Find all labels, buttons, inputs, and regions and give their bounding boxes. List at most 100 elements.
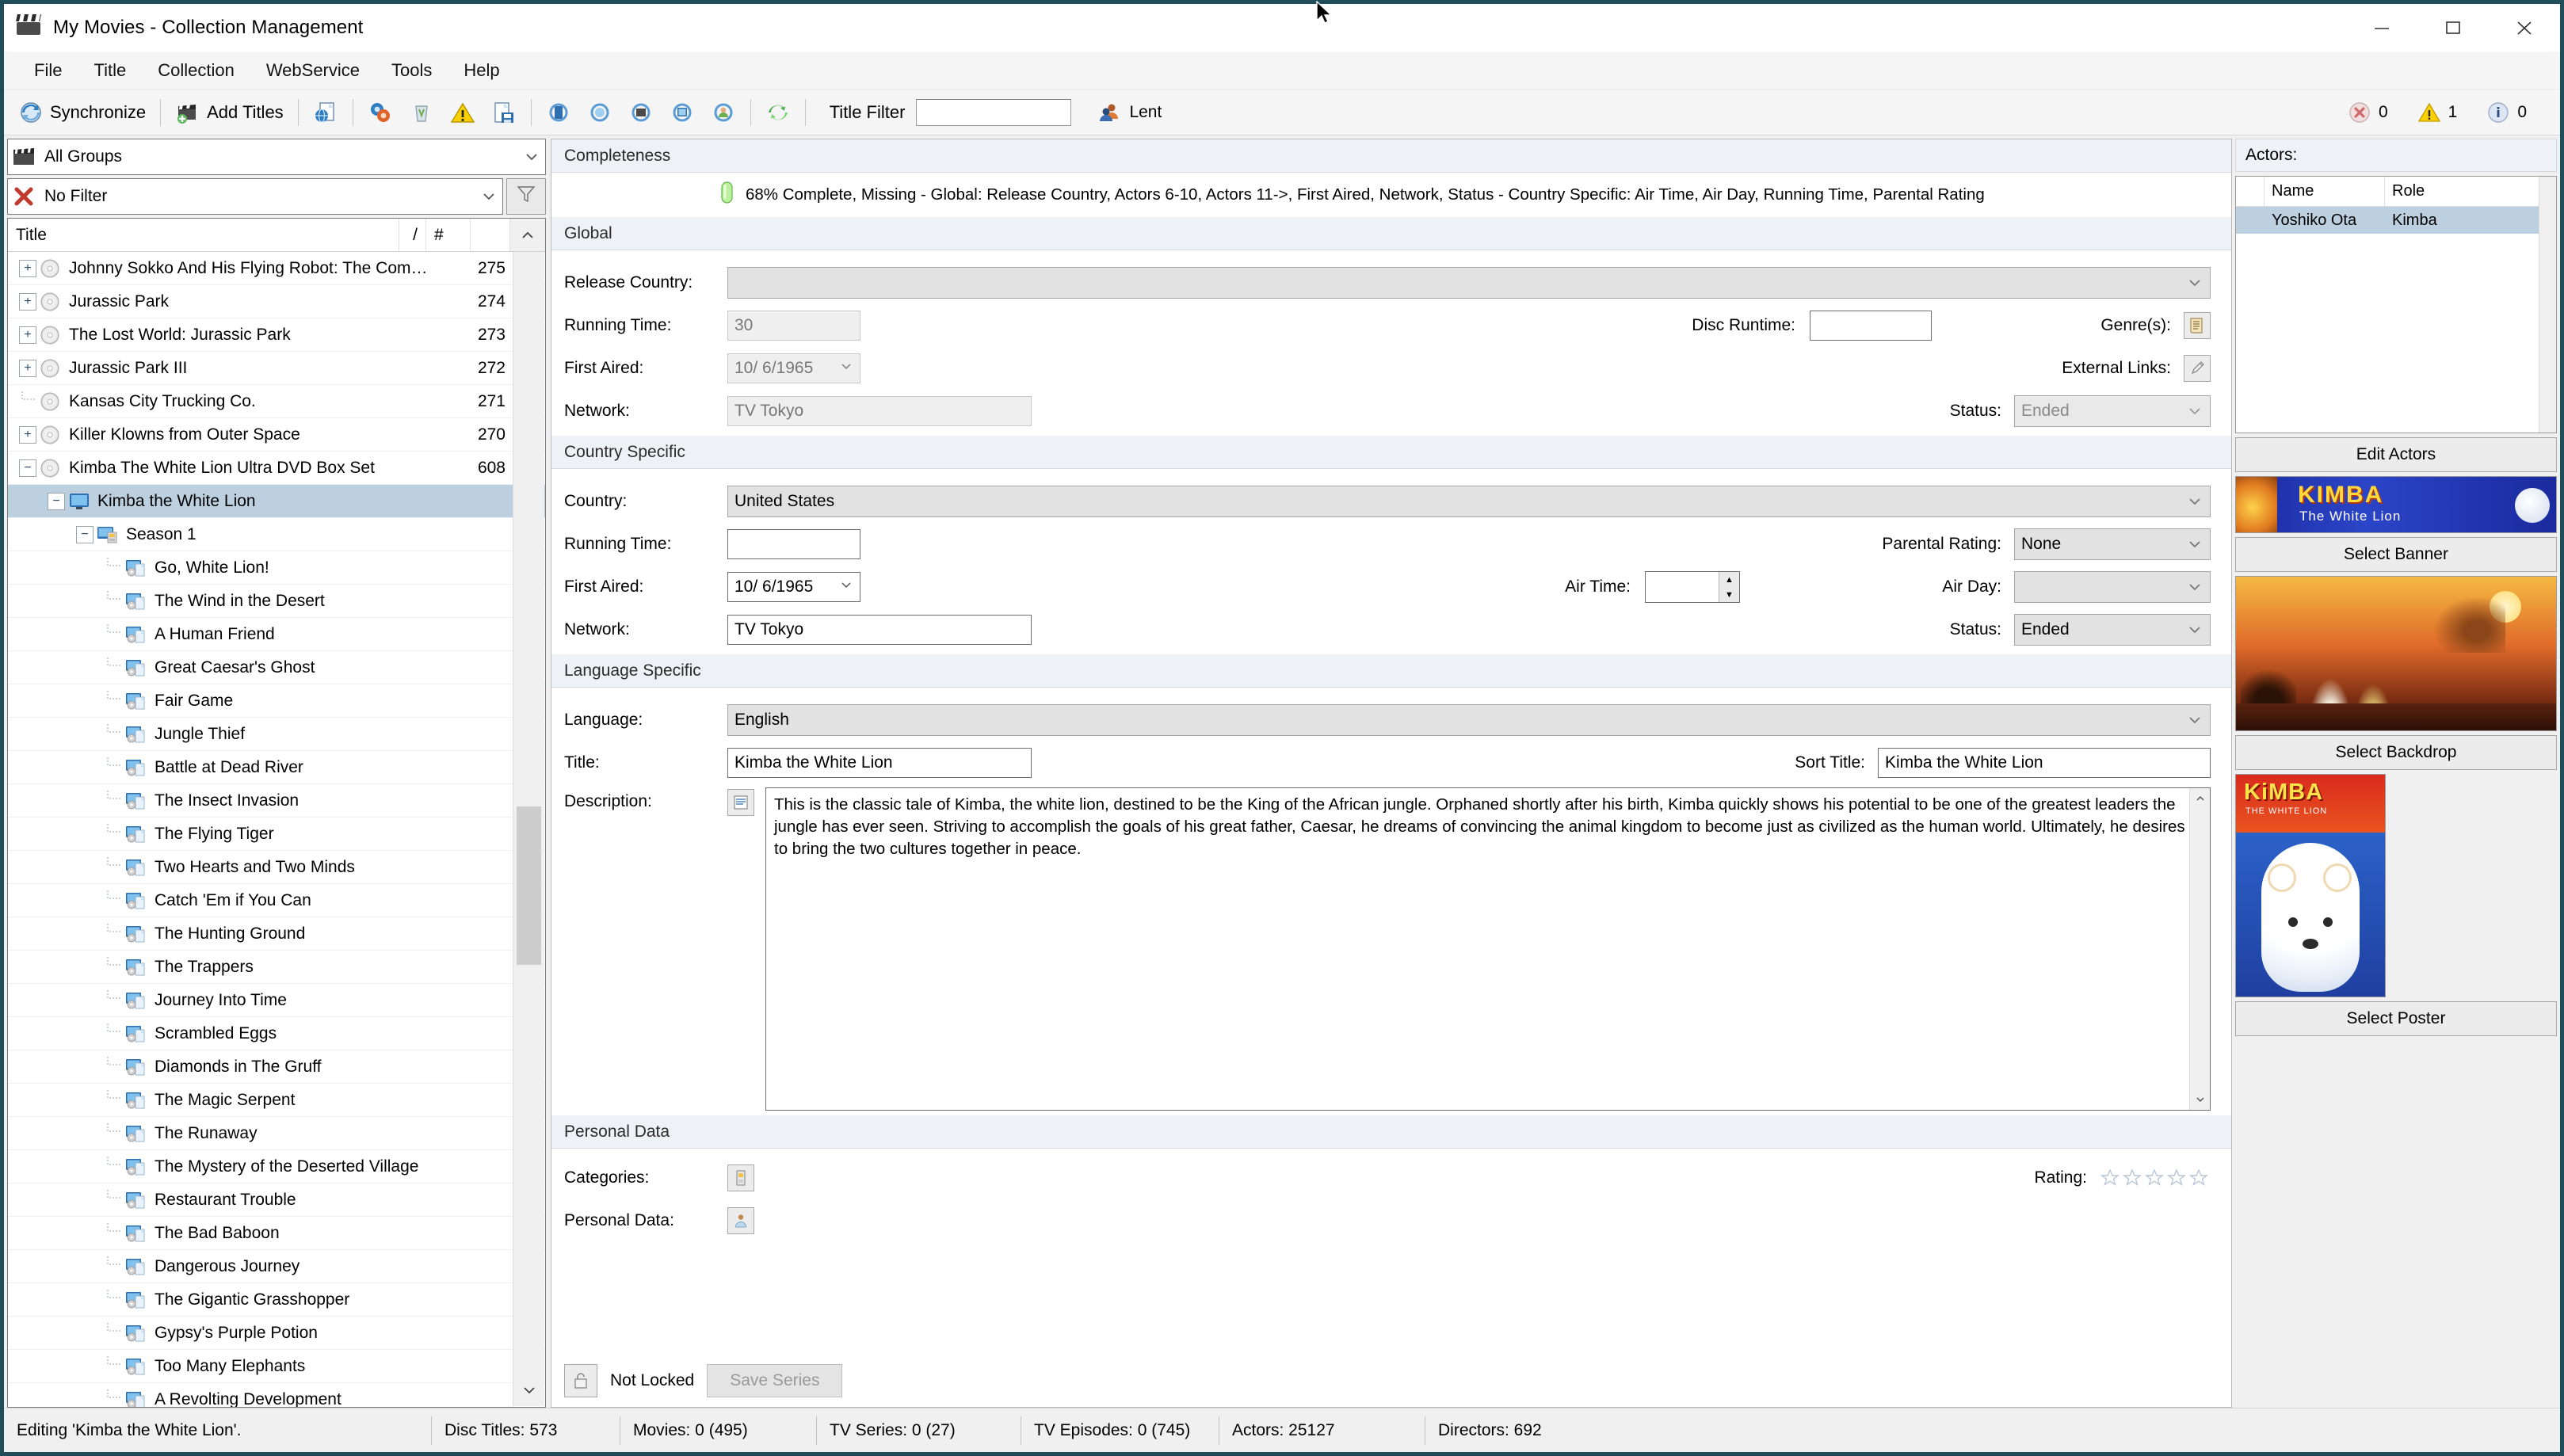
tree-expander-toggle[interactable]: + [19, 326, 36, 344]
actors-col-role[interactable]: Role [2385, 177, 2556, 206]
tree-row[interactable]: Fair Game [8, 684, 545, 718]
tree-row[interactable]: A Human Friend [8, 618, 545, 651]
save-series-button[interactable]: Save Series [707, 1364, 843, 1397]
tree-expander-toggle[interactable]: − [76, 525, 93, 543]
update-movies-button[interactable] [579, 94, 620, 131]
air-time-spinner[interactable]: ▲ ▼ [1645, 571, 1740, 603]
lock-button[interactable] [564, 1364, 597, 1397]
tree-row[interactable]: The Flying Tiger [8, 818, 545, 851]
tree-row[interactable]: + Jurassic Park III 272 [8, 352, 545, 385]
minimize-button[interactable] [2346, 4, 2417, 51]
duplicate-check-button[interactable] [360, 94, 401, 131]
tree-row[interactable]: Too Many Elephants [8, 1350, 545, 1383]
tree-row[interactable]: The Magic Serpent [8, 1084, 545, 1117]
tree-row[interactable]: Diamonds in The Gruff [8, 1050, 545, 1084]
genres-button[interactable] [2184, 312, 2211, 339]
tree-row[interactable]: The Runaway [8, 1117, 545, 1150]
close-button[interactable] [2489, 4, 2560, 51]
title-filter-input[interactable] [916, 98, 1072, 126]
tree-row[interactable]: The Gigantic Grasshopper [8, 1283, 545, 1317]
global-status-combo[interactable]: Ended [2014, 395, 2211, 427]
tree-row[interactable]: + The Lost World: Jurassic Park 273 [8, 318, 545, 352]
tree-row[interactable]: A Revolting Development [8, 1383, 545, 1407]
rating-stars[interactable] [2100, 1168, 2209, 1188]
warnings-button[interactable] [442, 94, 483, 131]
tree-col-title[interactable]: Title [8, 219, 399, 251]
tree-expander-toggle[interactable]: + [19, 359, 36, 377]
recycle-bin-button[interactable] [401, 94, 442, 131]
air-time-up[interactable]: ▲ [1719, 572, 1739, 587]
description-scroll-up[interactable] [2190, 788, 2210, 809]
tree-row[interactable]: The Wind in the Desert [8, 585, 545, 618]
tree-row[interactable]: − Season 1 [8, 518, 545, 551]
poster-image[interactable]: KiMBA THE WHITE LION [2235, 774, 2386, 997]
menu-help[interactable]: Help [448, 55, 515, 86]
tree-row[interactable]: Two Hearts and Two Minds [8, 851, 545, 884]
rating-star-2[interactable] [2122, 1168, 2142, 1188]
tree-row[interactable]: + Johnny Sokko And His Flying Robot: The … [8, 252, 545, 285]
tree-row[interactable]: + Jurassic Park 274 [8, 285, 545, 318]
title-tree[interactable]: Title / # + Johnny Sokko And His Flying R… [7, 218, 546, 1408]
menu-tools[interactable]: Tools [376, 55, 448, 86]
edit-actors-button[interactable]: Edit Actors [2235, 437, 2557, 472]
tree-row[interactable]: The Trappers [8, 951, 545, 984]
global-network-input[interactable]: TV Tokyo [727, 396, 1032, 426]
tree-row[interactable]: Gypsy's Purple Potion [8, 1317, 545, 1350]
actors-col-name[interactable]: Name [2264, 177, 2385, 206]
cs-status-combo[interactable]: Ended [2014, 614, 2211, 646]
group-combo[interactable]: All Groups [7, 139, 546, 175]
update-disc-titles-button[interactable] [538, 94, 579, 131]
tree-row[interactable]: − Kimba The White Lion Ultra DVD Box Set 6… [8, 452, 545, 485]
tree-expander-toggle[interactable]: + [19, 425, 36, 444]
description-scroll-down[interactable] [2190, 1089, 2210, 1110]
synchronize-button[interactable]: Synchronize [10, 94, 154, 131]
rating-star-5[interactable] [2188, 1168, 2209, 1188]
select-poster-button[interactable]: Select Poster [2235, 1001, 2557, 1036]
country-combo[interactable]: United States [727, 486, 2211, 517]
menu-collection[interactable]: Collection [142, 55, 250, 86]
external-links-button[interactable] [2184, 355, 2211, 382]
categories-button[interactable] [727, 1164, 754, 1191]
tree-col-status[interactable] [471, 219, 510, 251]
air-time-stepper[interactable]: ▲ ▼ [1719, 572, 1739, 602]
tree-scroll-up-arrow[interactable] [510, 219, 545, 251]
tree-row[interactable]: The Insect Invasion [8, 784, 545, 818]
lent-button[interactable]: Lent [1097, 100, 1162, 125]
tree-row[interactable]: − Kimba the White Lion [8, 485, 545, 518]
update-tv-button[interactable] [662, 94, 703, 131]
tree-expander-toggle[interactable]: + [19, 292, 36, 311]
info-counter[interactable]: 0 [2474, 101, 2539, 124]
warning-counter[interactable]: 1 [2406, 101, 2471, 124]
tree-row[interactable]: Dangerous Journey [8, 1250, 545, 1283]
menu-title[interactable]: Title [78, 55, 142, 86]
cs-network-input[interactable]: TV Tokyo [727, 615, 1032, 645]
update-movies-alt-button[interactable] [620, 94, 662, 131]
actors-grid-row[interactable]: Yoshiko Ota Kimba [2236, 207, 2556, 234]
tree-expander-toggle[interactable]: + [19, 259, 36, 277]
tree-row[interactable]: Go, White Lion! [8, 551, 545, 585]
description-textarea[interactable]: This is the classic tale of Kimba, the w… [765, 787, 2211, 1111]
tree-col-hash[interactable]: # [426, 219, 471, 251]
rating-star-4[interactable] [2166, 1168, 2187, 1188]
tree-row[interactable]: + Killer Klowns from Outer Space 270 [8, 418, 545, 452]
banner-image[interactable]: KIMBA The White Lion [2235, 476, 2557, 533]
filter-combo[interactable]: No Filter [7, 178, 503, 215]
language-combo[interactable]: English [727, 704, 2211, 736]
tree-row[interactable]: Jungle Thief [8, 718, 545, 751]
actors-scrollbar[interactable] [2539, 177, 2556, 433]
air-day-combo[interactable] [2014, 571, 2211, 603]
rating-star-1[interactable] [2100, 1168, 2120, 1188]
tree-row[interactable]: Catch 'Em if You Can [8, 884, 545, 917]
cs-first-aired-picker[interactable]: 10/ 6/1965 [727, 572, 860, 602]
tree-scrollbar-thumb[interactable] [517, 806, 541, 965]
air-time-down[interactable]: ▼ [1719, 587, 1739, 602]
tree-row[interactable]: Kansas City Trucking Co. 271 [8, 385, 545, 418]
description-scrollbar[interactable] [2189, 788, 2210, 1110]
cs-running-time-input[interactable] [727, 529, 860, 559]
refresh-button[interactable] [757, 94, 799, 131]
select-backdrop-button[interactable]: Select Backdrop [2235, 735, 2557, 770]
tree-row[interactable]: Battle at Dead River [8, 751, 545, 784]
tree-row[interactable]: The Hunting Ground [8, 917, 545, 951]
rating-star-3[interactable] [2144, 1168, 2165, 1188]
tree-row[interactable]: Great Caesar's Ghost [8, 651, 545, 684]
